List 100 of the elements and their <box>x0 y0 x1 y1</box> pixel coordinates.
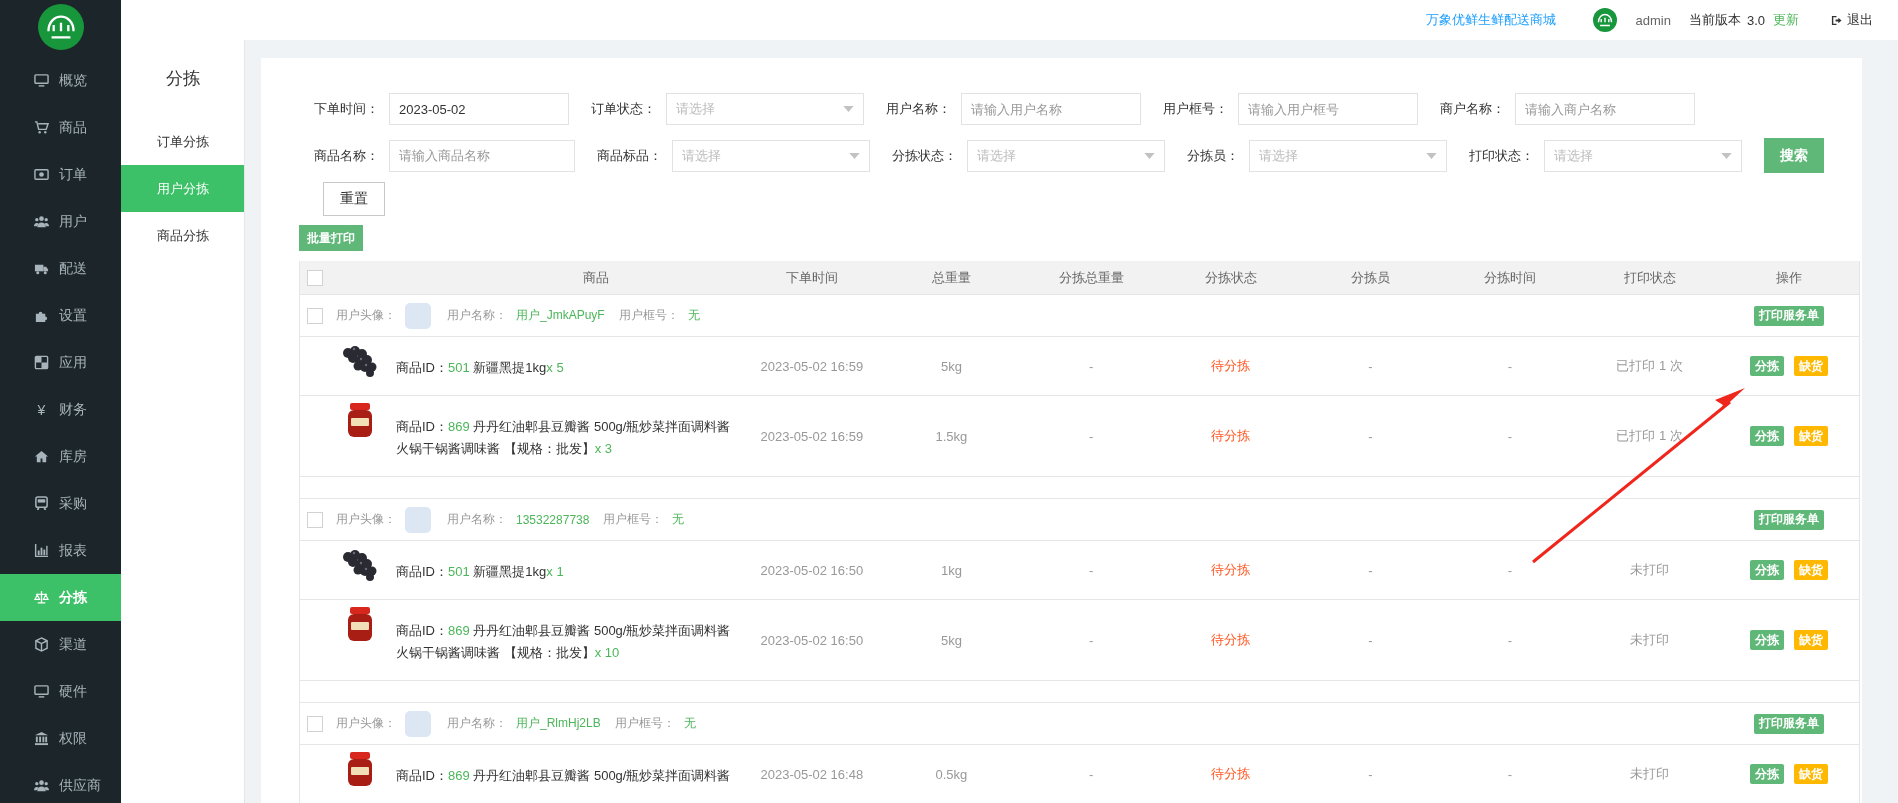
cart-icon <box>34 120 49 135</box>
print-status: 未打印 <box>1630 765 1670 783</box>
sidebar-item[interactable]: 订单 <box>0 151 121 198</box>
select-field[interactable]: 请选择 <box>666 93 864 125</box>
sidebar-item[interactable]: 商品 <box>0 104 121 151</box>
sort-status: 待分拣 <box>1211 561 1251 579</box>
user-box-label: 用户框号： <box>618 307 679 324</box>
shortage-button[interactable]: 缺货 <box>1794 764 1829 784</box>
users-icon <box>34 778 49 793</box>
total-weight: 5kg <box>940 632 962 648</box>
shortage-button[interactable]: 缺货 <box>1794 630 1829 650</box>
sort-button[interactable]: 分拣 <box>1750 426 1785 446</box>
shortage-button[interactable]: 缺货 <box>1794 356 1829 376</box>
order-time: 2023-05-02 16:50 <box>760 562 864 578</box>
update-link[interactable]: 更新 <box>1773 11 1799 29</box>
submenu-item[interactable]: 用户分拣 <box>121 165 244 212</box>
sidebar-item[interactable]: 采购 <box>0 480 121 527</box>
user-box-label: 用户框号： <box>603 511 664 528</box>
input-field[interactable]: 请输入商户名称 <box>1515 93 1695 125</box>
version-number: 3.0 <box>1746 12 1765 28</box>
select-field[interactable]: 请选择 <box>1249 139 1447 172</box>
bank-icon <box>34 731 49 746</box>
sorter: - <box>1368 766 1373 782</box>
submenu-item[interactable]: 订单分拣 <box>121 118 244 165</box>
sidebar-item[interactable]: 供应商 <box>0 762 121 803</box>
select-field[interactable]: 请选择 <box>967 139 1165 172</box>
caret-icon <box>849 152 860 159</box>
shortage-button[interactable]: 缺货 <box>1794 426 1829 446</box>
print-service-button[interactable]: 打印服务单 <box>1754 509 1825 530</box>
avatar-photo <box>405 302 431 329</box>
column-header: 打印状态 <box>1623 268 1676 287</box>
logout-link[interactable]: 退出 <box>1831 11 1873 29</box>
sorter: - <box>1368 632 1373 648</box>
bar-chart-icon <box>34 543 49 558</box>
print-status: 已打印 1 次 <box>1616 427 1683 445</box>
batch-print-button[interactable]: 批量打印 <box>299 225 363 251</box>
sort-time: - <box>1507 428 1513 444</box>
input-field[interactable]: 请输入商品名称 <box>389 139 575 172</box>
filter-label: 分拣状态： <box>892 146 957 165</box>
sidebar-item[interactable]: 应用 <box>0 339 121 386</box>
product-description: 商品ID：869 丹丹红油郫县豆瓣酱 500g/瓶炒菜拌面调料酱火锅干锅酱调味酱 【规格：批发】x 3 <box>396 419 731 456</box>
sort-status: 待分拣 <box>1211 357 1251 375</box>
user-name: 用户_JmkAPuyF <box>516 307 605 324</box>
column-header: 分拣员 <box>1350 268 1390 287</box>
print-service-button[interactable]: 打印服务单 <box>1754 305 1825 326</box>
cube-icon <box>34 637 49 652</box>
sidebar-item[interactable]: 权限 <box>0 715 121 762</box>
checkbox[interactable] <box>307 715 323 732</box>
sidebar-item[interactable]: 概览 <box>0 57 121 104</box>
caret-icon <box>843 106 854 112</box>
select-field[interactable]: 请选择 <box>672 139 870 172</box>
column-header: 商品 <box>583 268 609 287</box>
sort-button[interactable]: 分拣 <box>1750 630 1785 650</box>
filter-label: 商品标品： <box>597 146 662 165</box>
sidebar-item[interactable]: ¥ 财务 <box>0 386 121 433</box>
sidebar-item[interactable]: 库房 <box>0 433 121 480</box>
sorted-weight: - <box>1088 632 1094 648</box>
grid-icon <box>34 355 49 370</box>
total-weight: 1.5kg <box>935 428 968 444</box>
shortage-button[interactable]: 缺货 <box>1794 560 1829 580</box>
column-header: 分拣时间 <box>1483 268 1536 287</box>
user-box-label: 用户框号： <box>614 715 675 732</box>
filter-label: 分拣员： <box>1187 146 1239 165</box>
shop-link[interactable]: 万象优鲜生鲜配送商城 <box>1425 11 1556 29</box>
order-time: 2023-05-02 16:59 <box>760 428 864 444</box>
sort-button[interactable]: 分拣 <box>1750 764 1785 784</box>
sort-button[interactable]: 分拣 <box>1750 356 1785 376</box>
avatar-label: 用户头像： <box>336 511 396 528</box>
sidebar-item[interactable]: 渠道 <box>0 621 121 668</box>
reset-button[interactable]: 重置 <box>323 182 385 216</box>
sort-status: 待分拣 <box>1211 631 1251 649</box>
checkbox[interactable] <box>307 269 323 286</box>
version-label: 当前版本 <box>1688 11 1741 29</box>
filter-label: 下单时间： <box>314 100 379 118</box>
input-field[interactable]: 请输入用户框号 <box>1238 93 1418 125</box>
sort-button[interactable]: 分拣 <box>1750 560 1785 580</box>
total-weight: 0.5kg <box>935 766 968 782</box>
input-field[interactable]: 2023-05-02 <box>389 93 569 125</box>
sidebar-item[interactable]: 分拣 <box>0 574 121 621</box>
sidebar-item[interactable]: 硬件 <box>0 668 121 715</box>
sort-time: - <box>1507 562 1513 578</box>
sidebar-item[interactable]: 设置 <box>0 292 121 339</box>
product-description: 商品ID：869 丹丹红油郫县豆瓣酱 500g/瓶炒菜拌面调料酱火锅干锅酱调味酱 【规格：批发】x 10 <box>396 623 731 660</box>
search-button[interactable]: 搜索 <box>1764 138 1824 173</box>
sidebar-item[interactable]: 配送 <box>0 245 121 292</box>
checkbox[interactable] <box>307 511 323 528</box>
sorter: - <box>1368 428 1373 444</box>
filter-label: 订单状态： <box>591 100 656 118</box>
sidebar-item[interactable]: 用户 <box>0 198 121 245</box>
logo-icon <box>37 4 84 50</box>
input-field[interactable]: 请输入用户名称 <box>961 93 1141 125</box>
banknote-icon <box>34 167 49 182</box>
print-service-button[interactable]: 打印服务单 <box>1754 713 1825 734</box>
submenu-item[interactable]: 商品分拣 <box>121 212 244 259</box>
select-field[interactable]: 请选择 <box>1544 139 1742 172</box>
filter-label: 商品名称： <box>314 146 379 165</box>
checkbox[interactable] <box>307 307 323 324</box>
monitor-icon <box>34 73 49 88</box>
sidebar-item[interactable]: 报表 <box>0 527 121 574</box>
sort-time: - <box>1507 358 1513 374</box>
